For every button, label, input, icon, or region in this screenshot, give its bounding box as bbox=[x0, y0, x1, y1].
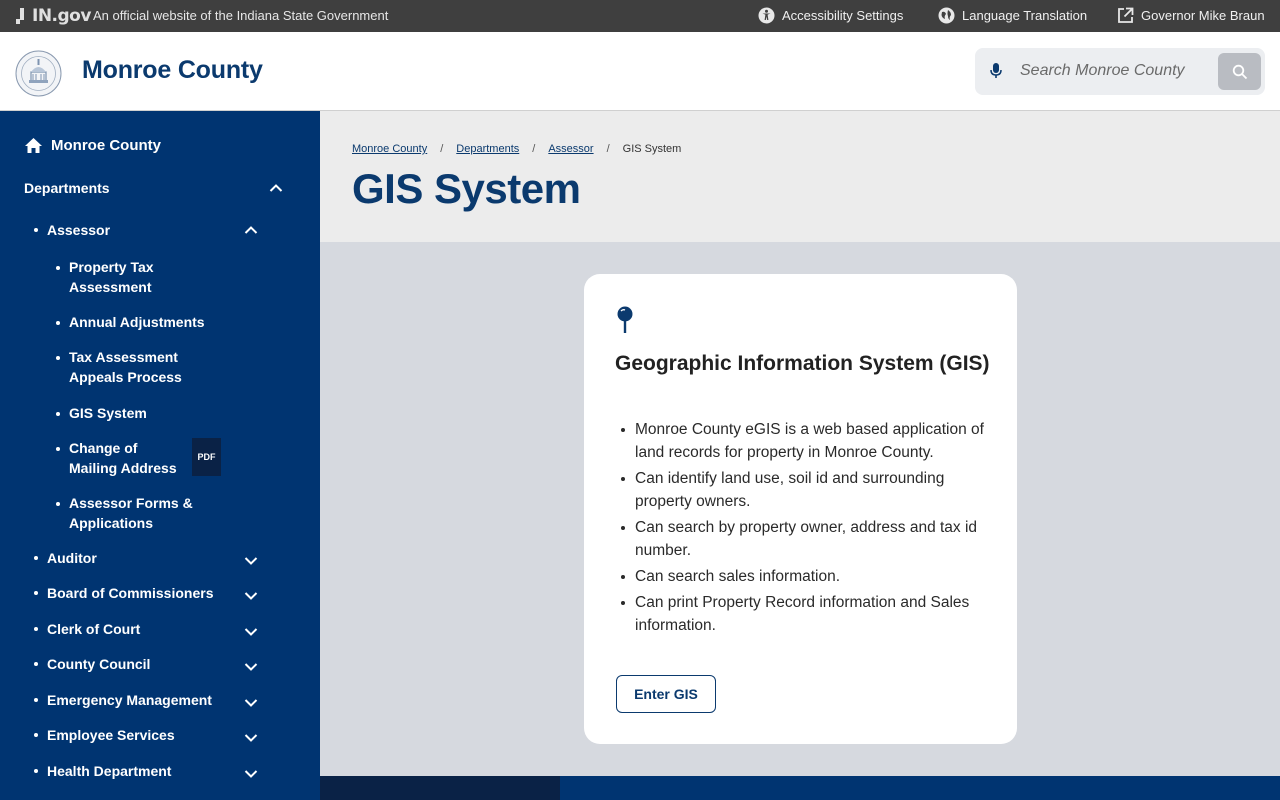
search-box: Search Monroe County bbox=[975, 48, 1265, 95]
county-seal-logo[interactable] bbox=[15, 50, 62, 97]
sidebar-item-employee-services[interactable]: Employee Services bbox=[34, 727, 175, 743]
breadcrumb-current: GIS System bbox=[622, 143, 682, 155]
sidebar-item-label: Employee Services bbox=[47, 727, 175, 743]
chevron-down-icon[interactable] bbox=[244, 591, 258, 601]
sidebar-item-emergency-management[interactable]: Emergency Management bbox=[34, 692, 212, 708]
accessibility-icon bbox=[758, 7, 775, 24]
sidebar-item-auditor[interactable]: Auditor bbox=[34, 550, 97, 566]
sidebar-item-label: Tax Assessment Appeals Process bbox=[69, 349, 182, 385]
top-utility-bar: IN.gov An official website of the Indian… bbox=[0, 0, 1280, 32]
governor-link[interactable]: Governor Mike Braun bbox=[1117, 7, 1265, 24]
sidebar-item-tax-assessment-appeals[interactable]: Tax Assessment Appeals Process bbox=[56, 348, 191, 387]
search-button[interactable] bbox=[1218, 53, 1261, 90]
sidebar-nav: Monroe County Departments Assessor Prope… bbox=[0, 111, 320, 800]
list-item: Monroe County eGIS is a web based applic… bbox=[615, 418, 985, 464]
chevron-down-icon[interactable] bbox=[244, 556, 258, 566]
sidebar-item-label: Assessor Forms & Applications bbox=[69, 495, 193, 531]
list-item: Can search sales information. bbox=[615, 565, 985, 588]
breadcrumb-link-departments[interactable]: Departments bbox=[456, 143, 519, 155]
page-title: GIS System bbox=[352, 165, 581, 212]
sidebar-item-change-of-mailing-address[interactable]: Change of Mailing Address bbox=[56, 439, 186, 478]
list-item: Can search by property owner, address an… bbox=[615, 516, 985, 562]
chevron-up-icon[interactable] bbox=[269, 183, 283, 193]
sidebar-item-label: Health Department bbox=[47, 763, 172, 779]
card-heading: Geographic Information System (GIS) bbox=[615, 352, 990, 375]
ingov-logo-text: IN.gov bbox=[32, 6, 91, 26]
sidebar-item-annual-adjustments[interactable]: Annual Adjustments bbox=[56, 313, 205, 333]
sidebar-item-gis-system[interactable]: GIS System bbox=[56, 404, 147, 424]
sidebar-item-label: Board of Commissioners bbox=[47, 585, 214, 601]
sidebar-item-label: Departments bbox=[24, 180, 110, 196]
sidebar-item-assessor[interactable]: Assessor bbox=[34, 222, 110, 238]
page-banner: Monroe County / Departments / Assessor /… bbox=[320, 111, 1280, 242]
breadcrumb-link-monroe-county[interactable]: Monroe County bbox=[352, 143, 427, 155]
language-translation-label: Language Translation bbox=[962, 8, 1088, 23]
globe-icon bbox=[938, 7, 955, 24]
chevron-up-icon[interactable] bbox=[244, 225, 258, 235]
chevron-down-icon[interactable] bbox=[244, 662, 258, 672]
official-site-notice: An official website of the Indiana State… bbox=[93, 8, 389, 23]
sidebar-item-county-council[interactable]: County Council bbox=[34, 656, 150, 672]
ingov-logo[interactable]: IN.gov bbox=[16, 6, 91, 26]
list-item: Can identify land use, soil id and surro… bbox=[615, 467, 985, 513]
gis-info-card: Geographic Information System (GIS) Monr… bbox=[584, 274, 1017, 744]
sidebar-item-board-of-commissioners[interactable]: Board of Commissioners bbox=[34, 585, 213, 601]
breadcrumb-separator: / bbox=[606, 143, 610, 155]
language-translation-link[interactable]: Language Translation bbox=[938, 7, 1087, 24]
sidebar-item-label: GIS System bbox=[69, 405, 147, 421]
breadcrumb-separator: / bbox=[440, 143, 444, 155]
sidebar-item-label: Emergency Management bbox=[47, 692, 212, 708]
chevron-down-icon[interactable] bbox=[244, 698, 258, 708]
sidebar-item-label: Assessor bbox=[47, 222, 111, 238]
list-item: Can print Property Record information an… bbox=[615, 591, 985, 637]
search-icon bbox=[1232, 64, 1247, 79]
external-link-icon bbox=[1118, 7, 1134, 23]
search-input[interactable]: Search Monroe County bbox=[1020, 62, 1185, 80]
breadcrumb-link-assessor[interactable]: Assessor bbox=[548, 143, 593, 155]
breadcrumb: Monroe County / Departments / Assessor /… bbox=[352, 143, 681, 155]
site-title[interactable]: Monroe County bbox=[82, 56, 263, 85]
sidebar-item-label: Change of Mailing Address bbox=[69, 440, 177, 476]
sidebar-item-label: County Council bbox=[47, 656, 151, 672]
site-header: Monroe County Search Monroe County bbox=[0, 32, 1280, 111]
breadcrumb-separator: / bbox=[532, 143, 536, 155]
sidebar-item-health-department[interactable]: Health Department bbox=[34, 763, 171, 779]
sidebar-item-property-tax-assessment[interactable]: Property Tax Assessment bbox=[56, 258, 186, 297]
sidebar-item-label: Annual Adjustments bbox=[69, 314, 205, 330]
enter-gis-button[interactable]: Enter GIS bbox=[616, 675, 716, 713]
sidebar-item-label: Property Tax Assessment bbox=[69, 259, 154, 295]
sidebar-home-label: Monroe County bbox=[51, 137, 161, 154]
sidebar-item-assessor-forms[interactable]: Assessor Forms & Applications bbox=[56, 494, 196, 533]
sidebar-item-departments[interactable]: Departments bbox=[24, 180, 110, 196]
microphone-icon[interactable] bbox=[989, 62, 1003, 80]
accessibility-settings-link[interactable]: Accessibility Settings bbox=[758, 7, 903, 24]
footer-strip-dark-segment bbox=[320, 776, 560, 800]
accessibility-settings-label: Accessibility Settings bbox=[782, 8, 904, 23]
sidebar-item-clerk-of-court[interactable]: Clerk of Court bbox=[34, 621, 140, 637]
sidebar-home-link[interactable]: Monroe County bbox=[24, 137, 161, 154]
ingov-icon bbox=[16, 8, 24, 24]
sidebar-item-label: Clerk of Court bbox=[47, 621, 141, 637]
chevron-down-icon[interactable] bbox=[244, 627, 258, 637]
sidebar-item-label: Auditor bbox=[47, 550, 97, 566]
chevron-down-icon[interactable] bbox=[244, 769, 258, 779]
pdf-badge: PDF bbox=[192, 438, 221, 476]
home-icon bbox=[25, 138, 42, 153]
governor-label: Governor Mike Braun bbox=[1141, 8, 1265, 23]
footer-strip bbox=[320, 776, 1280, 800]
gis-feature-list: Monroe County eGIS is a web based applic… bbox=[615, 418, 985, 640]
map-pin-icon bbox=[617, 306, 633, 333]
chevron-down-icon[interactable] bbox=[244, 733, 258, 743]
